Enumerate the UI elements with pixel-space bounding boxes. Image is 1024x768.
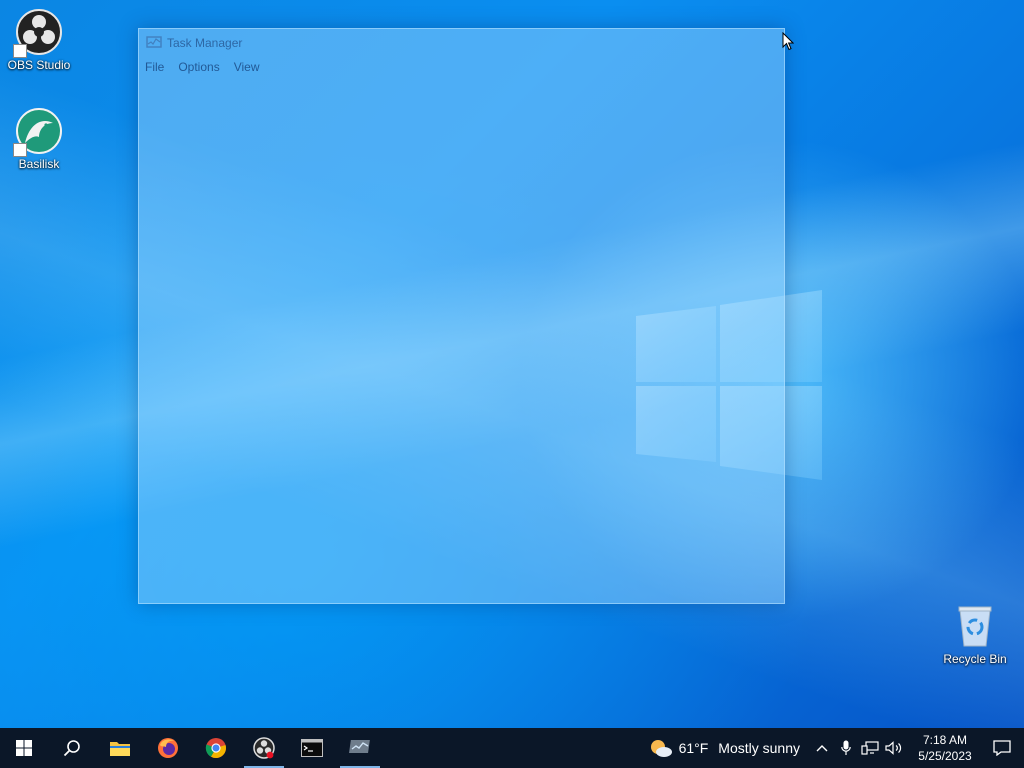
desktop-icon-label: Recycle Bin xyxy=(943,652,1007,666)
recycle-bin-icon xyxy=(951,602,999,650)
taskbar-chrome[interactable] xyxy=(192,728,240,768)
microphone-tray-button[interactable] xyxy=(834,728,858,768)
mouse-cursor-icon xyxy=(782,32,794,51)
task-manager-menubar: File Options View xyxy=(139,58,274,78)
taskbar-terminal[interactable] xyxy=(288,728,336,768)
menu-view[interactable]: View xyxy=(234,58,260,78)
network-tray-button[interactable] xyxy=(858,728,882,768)
weather-temperature: 61°F xyxy=(678,740,709,756)
shortcut-arrow-icon xyxy=(13,44,27,58)
clock-time: 7:18 AM xyxy=(922,733,968,747)
taskbar-firefox[interactable] xyxy=(144,728,192,768)
terminal-icon xyxy=(301,739,323,757)
window-title: Task Manager xyxy=(167,36,243,50)
task-manager-titlebar[interactable]: Task Manager xyxy=(139,29,784,57)
taskbar-obs-studio[interactable] xyxy=(240,728,288,768)
menu-file[interactable]: File xyxy=(145,58,164,78)
chrome-icon xyxy=(205,738,226,759)
file-explorer-icon xyxy=(110,742,130,756)
chevron-up-icon xyxy=(816,745,828,752)
menu-options[interactable]: Options xyxy=(178,58,219,78)
system-tray: 61°F Mostly sunny 7:18 AM 5/25/2023 xyxy=(649,728,1024,768)
notification-icon xyxy=(993,740,1011,756)
task-manager-window[interactable]: Task Manager File Options View xyxy=(138,28,785,604)
taskbar-task-manager[interactable] xyxy=(336,728,384,768)
weather-condition: Mostly sunny xyxy=(718,740,800,756)
notification-center-button[interactable] xyxy=(980,728,1024,768)
desktop-icon-basilisk[interactable]: Basilisk xyxy=(1,107,77,171)
task-manager-icon xyxy=(146,36,162,48)
desktop-icon-label: OBS Studio xyxy=(7,58,71,72)
microphone-icon xyxy=(841,740,851,755)
show-hidden-icons-button[interactable] xyxy=(810,728,834,768)
desktop-icon-label: Basilisk xyxy=(18,157,60,171)
start-button[interactable] xyxy=(0,728,48,768)
desktop-icon-obs-studio[interactable]: OBS Studio xyxy=(1,8,77,72)
start-icon xyxy=(16,740,32,756)
volume-tray-button[interactable] xyxy=(882,728,906,768)
desktop-icon-recycle-bin[interactable]: Recycle Bin xyxy=(937,602,1013,666)
basilisk-icon xyxy=(13,107,63,157)
taskbar-file-explorer[interactable] xyxy=(96,728,144,768)
task-manager-icon xyxy=(349,740,370,753)
network-icon xyxy=(861,741,879,755)
search-button[interactable] xyxy=(48,728,96,768)
weather-partly-sunny-icon xyxy=(650,740,672,757)
clock-date: 5/25/2023 xyxy=(918,749,972,763)
weather-widget[interactable]: 61°F Mostly sunny xyxy=(649,738,800,758)
taskbar: 61°F Mostly sunny 7:18 AM 5/25/2023 xyxy=(0,728,1024,768)
obs-studio-icon xyxy=(253,737,275,759)
shortcut-arrow-icon xyxy=(13,143,27,157)
search-icon xyxy=(63,740,80,757)
taskbar-clock[interactable]: 7:18 AM 5/25/2023 xyxy=(910,732,980,764)
firefox-icon xyxy=(158,738,178,758)
speaker-icon xyxy=(885,741,902,755)
obs-studio-icon xyxy=(13,8,63,58)
